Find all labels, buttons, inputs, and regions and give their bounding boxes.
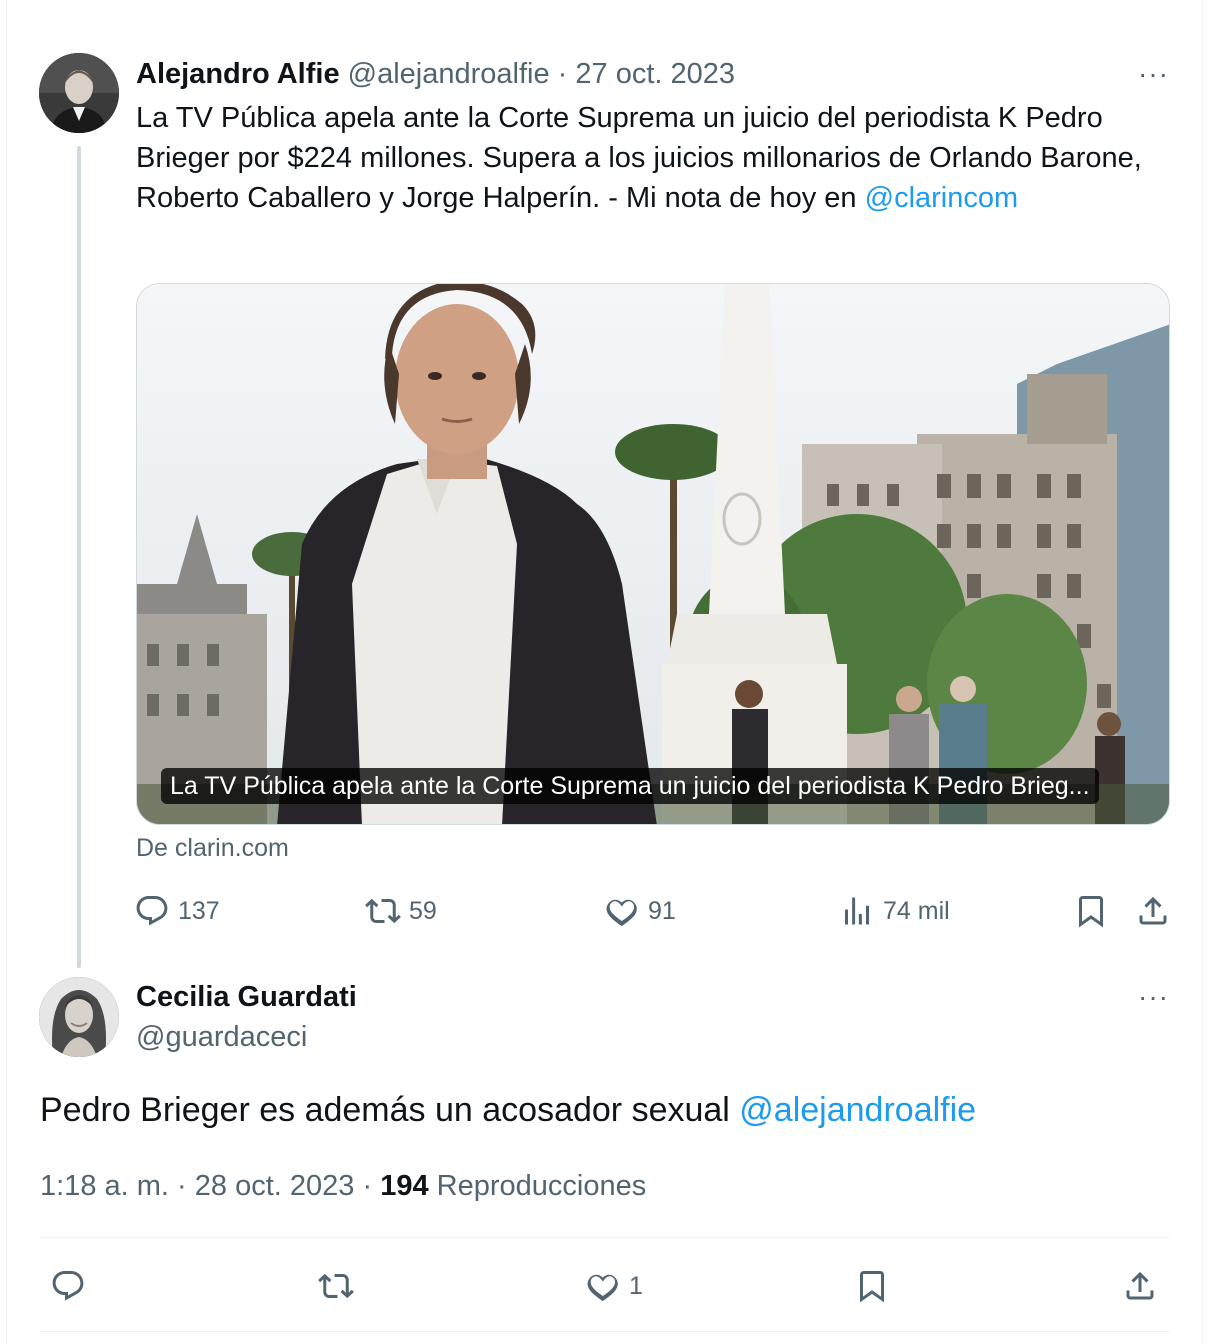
tweet-date[interactable]: 28 oct. 2023	[195, 1170, 355, 1202]
tweet-header: Cecilia Guardati	[136, 979, 357, 1015]
retweet-icon	[365, 898, 401, 924]
frame-border-left	[6, 0, 7, 1344]
bookmark-button[interactable]	[1073, 893, 1109, 929]
separator-dot: ·	[557, 58, 568, 90]
views-count: 74 mil	[883, 896, 950, 925]
retweet-button[interactable]: 59	[365, 893, 437, 929]
tweet-header: Alejandro Alfie @alejandroalfie · 27 oct…	[136, 56, 735, 92]
mention-link[interactable]: @alejandroalfie	[739, 1091, 976, 1129]
link-card[interactable]: La TV Pública apela ante la Corte Suprem…	[136, 283, 1170, 825]
views-label: Reproducciones	[436, 1170, 647, 1202]
share-button[interactable]	[1135, 893, 1171, 929]
divider	[40, 1331, 1170, 1332]
tweet-text: Pedro Brieger es además un acosador sexu…	[40, 1088, 976, 1132]
bookmark-icon	[860, 1271, 884, 1303]
like-count: 1	[629, 1271, 643, 1300]
views-button[interactable]: 74 mil	[839, 893, 950, 929]
retweet-icon	[318, 1273, 354, 1299]
more-icon[interactable]: ···	[1138, 60, 1169, 88]
tweet-time[interactable]: 1:18 a. m.	[40, 1170, 169, 1202]
reply-button[interactable]	[50, 1268, 86, 1304]
avatar-photo-alfie	[39, 53, 119, 133]
bookmark-icon	[1079, 896, 1103, 928]
like-button[interactable]: 91	[604, 893, 676, 929]
retweet-button[interactable]	[318, 1268, 354, 1304]
share-icon	[1126, 1271, 1154, 1300]
display-name[interactable]: Alejandro Alfie	[136, 58, 340, 90]
views-icon	[845, 897, 869, 925]
tweet-date[interactable]: 27 oct. 2023	[575, 58, 735, 90]
like-icon	[587, 1274, 618, 1302]
share-button[interactable]	[1122, 1268, 1158, 1304]
avatar[interactable]	[39, 53, 119, 133]
separator-dot: ·	[177, 1170, 187, 1202]
handle[interactable]: @guardaceci	[136, 1021, 307, 1053]
display-name[interactable]: Cecilia Guardati	[136, 981, 357, 1013]
views-count: 194	[380, 1170, 429, 1202]
tweet-handle-row: @guardaceci	[136, 1019, 307, 1055]
like-button[interactable]: 1	[585, 1268, 643, 1304]
card-source[interactable]: De clarin.com	[136, 834, 289, 863]
reply-count: 137	[178, 896, 220, 925]
like-count: 91	[648, 896, 676, 925]
mention-link[interactable]: @clarincom	[865, 182, 1019, 214]
retweet-count: 59	[409, 896, 437, 925]
more-icon[interactable]: ···	[1138, 983, 1169, 1011]
bookmark-button[interactable]	[854, 1268, 890, 1304]
like-icon	[606, 899, 637, 927]
tweet-text: La TV Pública apela ante la Corte Suprem…	[136, 98, 1166, 218]
card-image	[137, 284, 1169, 824]
avatar-photo-guardati	[39, 977, 119, 1057]
reply-icon	[136, 896, 168, 926]
tweet-meta: 1:18 a. m. · 28 oct. 2023 · 194 Reproduc…	[40, 1168, 646, 1204]
frame-border-right	[1202, 0, 1203, 1344]
card-caption: La TV Pública apela ante la Corte Suprem…	[161, 768, 1099, 804]
separator-dot: ·	[362, 1170, 373, 1202]
tweet-body: Pedro Brieger es además un acosador sexu…	[40, 1091, 740, 1129]
share-icon	[1139, 896, 1167, 925]
divider	[40, 1237, 1170, 1238]
handle[interactable]: @alejandroalfie	[348, 58, 550, 90]
reply-button[interactable]: 137	[134, 893, 220, 929]
avatar[interactable]	[39, 977, 119, 1057]
thread-line	[77, 146, 81, 968]
reply-icon	[52, 1271, 84, 1301]
